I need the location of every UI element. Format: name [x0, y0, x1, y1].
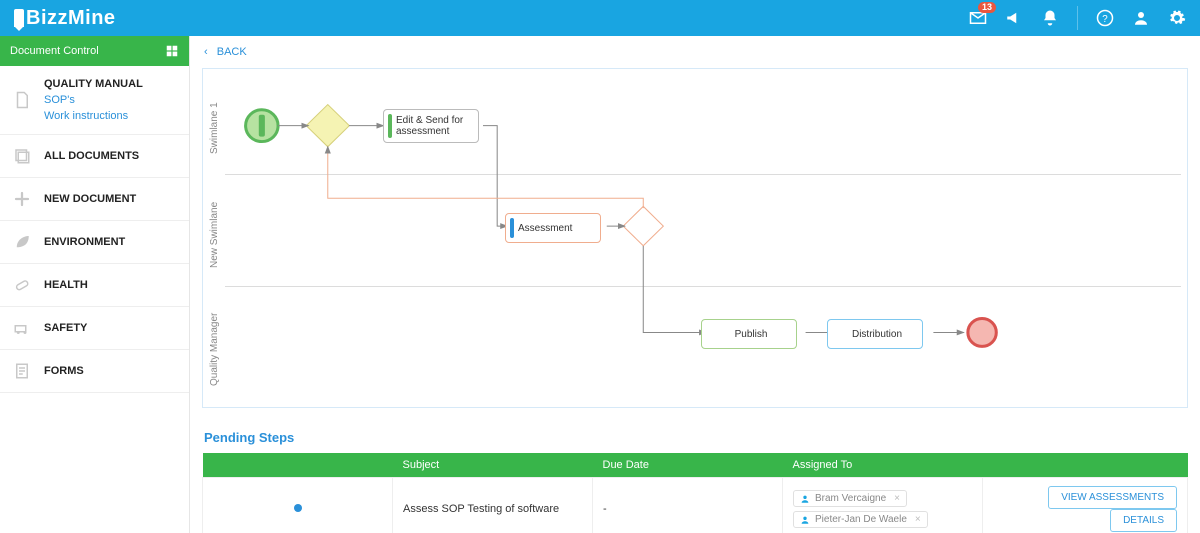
breadcrumb: ‹ BACK	[190, 36, 1200, 68]
sidebar-item-environment[interactable]: ENVIRONMENT	[0, 221, 189, 264]
form-icon	[10, 362, 34, 380]
col-subject: Subject	[393, 453, 593, 478]
doc-icon	[10, 91, 34, 109]
assignee-chip[interactable]: Bram Vercaigne×	[793, 490, 907, 507]
col-due-date: Due Date	[593, 453, 783, 478]
chevron-left-icon[interactable]: ‹	[204, 46, 208, 58]
back-link[interactable]: BACK	[217, 46, 247, 58]
pending-table: Subject Due Date Assigned To Assess SOP …	[202, 453, 1188, 533]
plus-icon	[10, 190, 34, 208]
workflow-diagram: Swimlane 1 New Swimlane Quality Manager	[202, 68, 1188, 408]
main-content: ‹ BACK Swimlane 1 New Swimlane Quality M…	[190, 36, 1200, 533]
assignee-chip[interactable]: Pieter-Jan De Waele×	[793, 511, 928, 528]
svg-text:?: ?	[1102, 14, 1108, 25]
ambulance-icon	[10, 319, 34, 337]
top-bar-actions: 13 ?	[969, 6, 1186, 30]
sidebar-header[interactable]: Document Control	[0, 36, 189, 66]
sidebar-item-label: ENVIRONMENT	[44, 236, 125, 248]
pill-icon	[10, 276, 34, 294]
sidebar-item-label: ALL DOCUMENTS	[44, 150, 139, 162]
top-bar: BizzMine 13 ?	[0, 0, 1200, 36]
remove-icon[interactable]: ×	[915, 514, 921, 525]
sidebar-item-label: FORMS	[44, 365, 84, 377]
sidebar: Document Control QUALITY MANUAL SOP's Wo…	[0, 36, 190, 533]
flow-svg	[203, 69, 1187, 407]
remove-icon[interactable]: ×	[894, 493, 900, 504]
col-assigned-to: Assigned To	[783, 453, 983, 478]
sidebar-link-work-instructions[interactable]: Work instructions	[44, 110, 143, 122]
brand-name: BizzMine	[26, 7, 116, 30]
table-row[interactable]: Assess SOP Testing of software - Bram Ve…	[203, 478, 1188, 533]
sidebar-item-label: HEALTH	[44, 279, 88, 291]
task-assessment[interactable]: Assessment	[505, 213, 601, 243]
cell-due: -	[593, 478, 783, 533]
cell-assigned: Bram Vercaigne× Pieter-Jan De Waele×	[783, 478, 983, 533]
details-button[interactable]: DETAILS	[1110, 509, 1177, 532]
task-distribution[interactable]: Distribution	[827, 319, 923, 349]
col-status	[203, 453, 393, 478]
sidebar-item-safety[interactable]: SAFETY	[0, 307, 189, 350]
task-edit-send[interactable]: Edit & Send for assessment	[383, 109, 479, 143]
announce-icon[interactable]	[1005, 9, 1023, 27]
gear-icon[interactable]	[1168, 9, 1186, 27]
sidebar-item-quality-manual[interactable]: QUALITY MANUAL SOP's Work instructions	[0, 66, 189, 135]
sidebar-item-new-document[interactable]: NEW DOCUMENT	[0, 178, 189, 221]
sidebar-item-label: QUALITY MANUAL	[44, 78, 143, 90]
help-icon[interactable]: ?	[1096, 9, 1114, 27]
brand-logo: BizzMine	[14, 7, 116, 30]
view-assessments-button[interactable]: VIEW ASSESSMENTS	[1048, 486, 1177, 509]
sidebar-item-forms[interactable]: FORMS	[0, 350, 189, 393]
dashboard-icon	[165, 44, 179, 58]
cell-subject: Assess SOP Testing of software	[393, 478, 593, 533]
mail-icon[interactable]: 13	[969, 9, 987, 27]
task-label: Publish	[714, 329, 788, 340]
stack-icon	[10, 147, 34, 165]
sidebar-item-label: NEW DOCUMENT	[44, 193, 136, 205]
status-dot	[294, 504, 302, 512]
pending-steps-title: Pending Steps	[204, 430, 1188, 445]
task-label: Distribution	[840, 329, 914, 340]
task-publish[interactable]: Publish	[701, 319, 797, 349]
mail-badge: 13	[978, 2, 996, 13]
sidebar-link-sops[interactable]: SOP's	[44, 94, 143, 106]
separator	[1077, 6, 1078, 30]
pending-steps-section: Pending Steps Subject Due Date Assigned …	[202, 424, 1188, 533]
task-label: Assessment	[518, 223, 572, 234]
sidebar-items: QUALITY MANUAL SOP's Work instructions A…	[0, 66, 189, 393]
user-icon[interactable]	[1132, 9, 1150, 27]
sidebar-item-label: SAFETY	[44, 322, 87, 334]
task-label: Edit & Send for assessment	[396, 115, 470, 137]
logo-mark	[14, 9, 24, 27]
sidebar-header-label: Document Control	[10, 45, 99, 57]
sidebar-item-all-documents[interactable]: ALL DOCUMENTS	[0, 135, 189, 178]
leaf-icon	[10, 233, 34, 251]
bell-icon[interactable]	[1041, 9, 1059, 27]
col-actions	[983, 453, 1188, 478]
sidebar-item-health[interactable]: HEALTH	[0, 264, 189, 307]
